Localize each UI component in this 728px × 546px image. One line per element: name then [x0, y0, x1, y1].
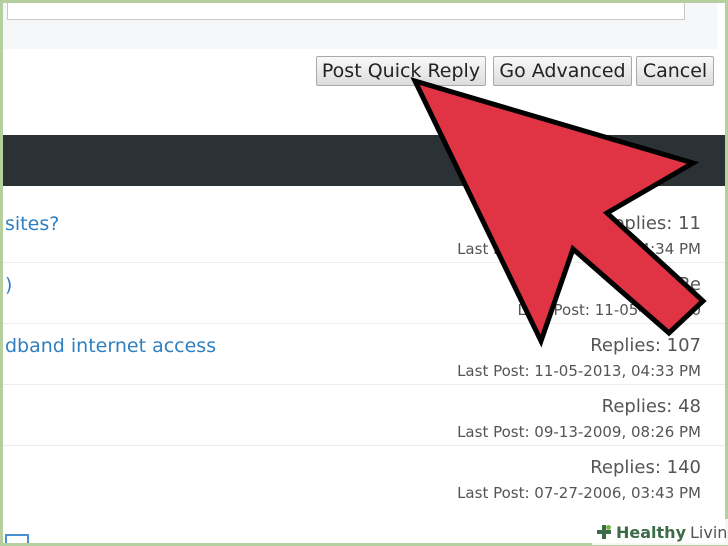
- thread-replies-count: Re: [678, 274, 701, 295]
- go-advanced-button[interactable]: Go Advanced: [493, 56, 632, 86]
- list-item: Replies: 48 Last Post: 09-13-2009, 08:26…: [3, 386, 725, 446]
- post-quick-reply-button[interactable]: Post Quick Reply: [316, 56, 486, 86]
- thread-title-link[interactable]: dband internet access: [5, 335, 216, 357]
- thread-last-post: Last Post: 11-05-2013, 0: [517, 301, 701, 319]
- list-item: ) Re Last Post: 11-05-2013, 0: [3, 264, 725, 324]
- thread-replies-count: Replies: 48: [601, 396, 701, 417]
- list-item: dband internet access Replies: 107 Last …: [3, 325, 725, 385]
- divider: [3, 262, 725, 263]
- thread-replies-count: Replies: 107: [590, 335, 701, 356]
- thread-title-link[interactable]: ): [5, 274, 12, 296]
- reply-button-row: Post Quick Reply Go Advanced Cancel: [3, 49, 725, 131]
- plus-leaf-icon: [597, 525, 611, 539]
- watermark-brand-bold: Healthy: [616, 522, 686, 542]
- thread-last-post: Last Post: 11-05-2013, 04:33 PM: [457, 362, 701, 380]
- divider: [3, 384, 725, 385]
- thread-title-link[interactable]: sites?: [5, 213, 59, 235]
- partial-icon: [5, 534, 29, 543]
- thread-last-post: Last Post: 11-05-2013, 04:34 PM: [457, 240, 701, 258]
- list-item: sites? Replies: 11 Last Post: 11-05-2013…: [3, 203, 725, 263]
- divider: [3, 445, 725, 446]
- screenshot-frame: Post Quick Reply Go Advanced Cancel site…: [0, 0, 728, 546]
- thread-last-post: Last Post: 09-13-2009, 08:26 PM: [457, 423, 701, 441]
- watermark-brand-regular: Living: [690, 522, 728, 542]
- thread-list-header-bar: [3, 135, 725, 186]
- quick-reply-editor-area: [3, 3, 717, 50]
- watermark: Healthy Living: [592, 519, 728, 545]
- thread-replies-count: Replies: 140: [590, 457, 701, 478]
- list-item: Replies: 140 Last Post: 07-27-2006, 03:4…: [3, 447, 725, 507]
- thread-replies-count: Replies: 11: [601, 213, 701, 234]
- divider: [3, 323, 725, 324]
- thread-last-post: Last Post: 07-27-2006, 03:43 PM: [457, 484, 701, 502]
- quick-reply-textarea[interactable]: [7, 3, 685, 20]
- cancel-button[interactable]: Cancel: [636, 56, 714, 86]
